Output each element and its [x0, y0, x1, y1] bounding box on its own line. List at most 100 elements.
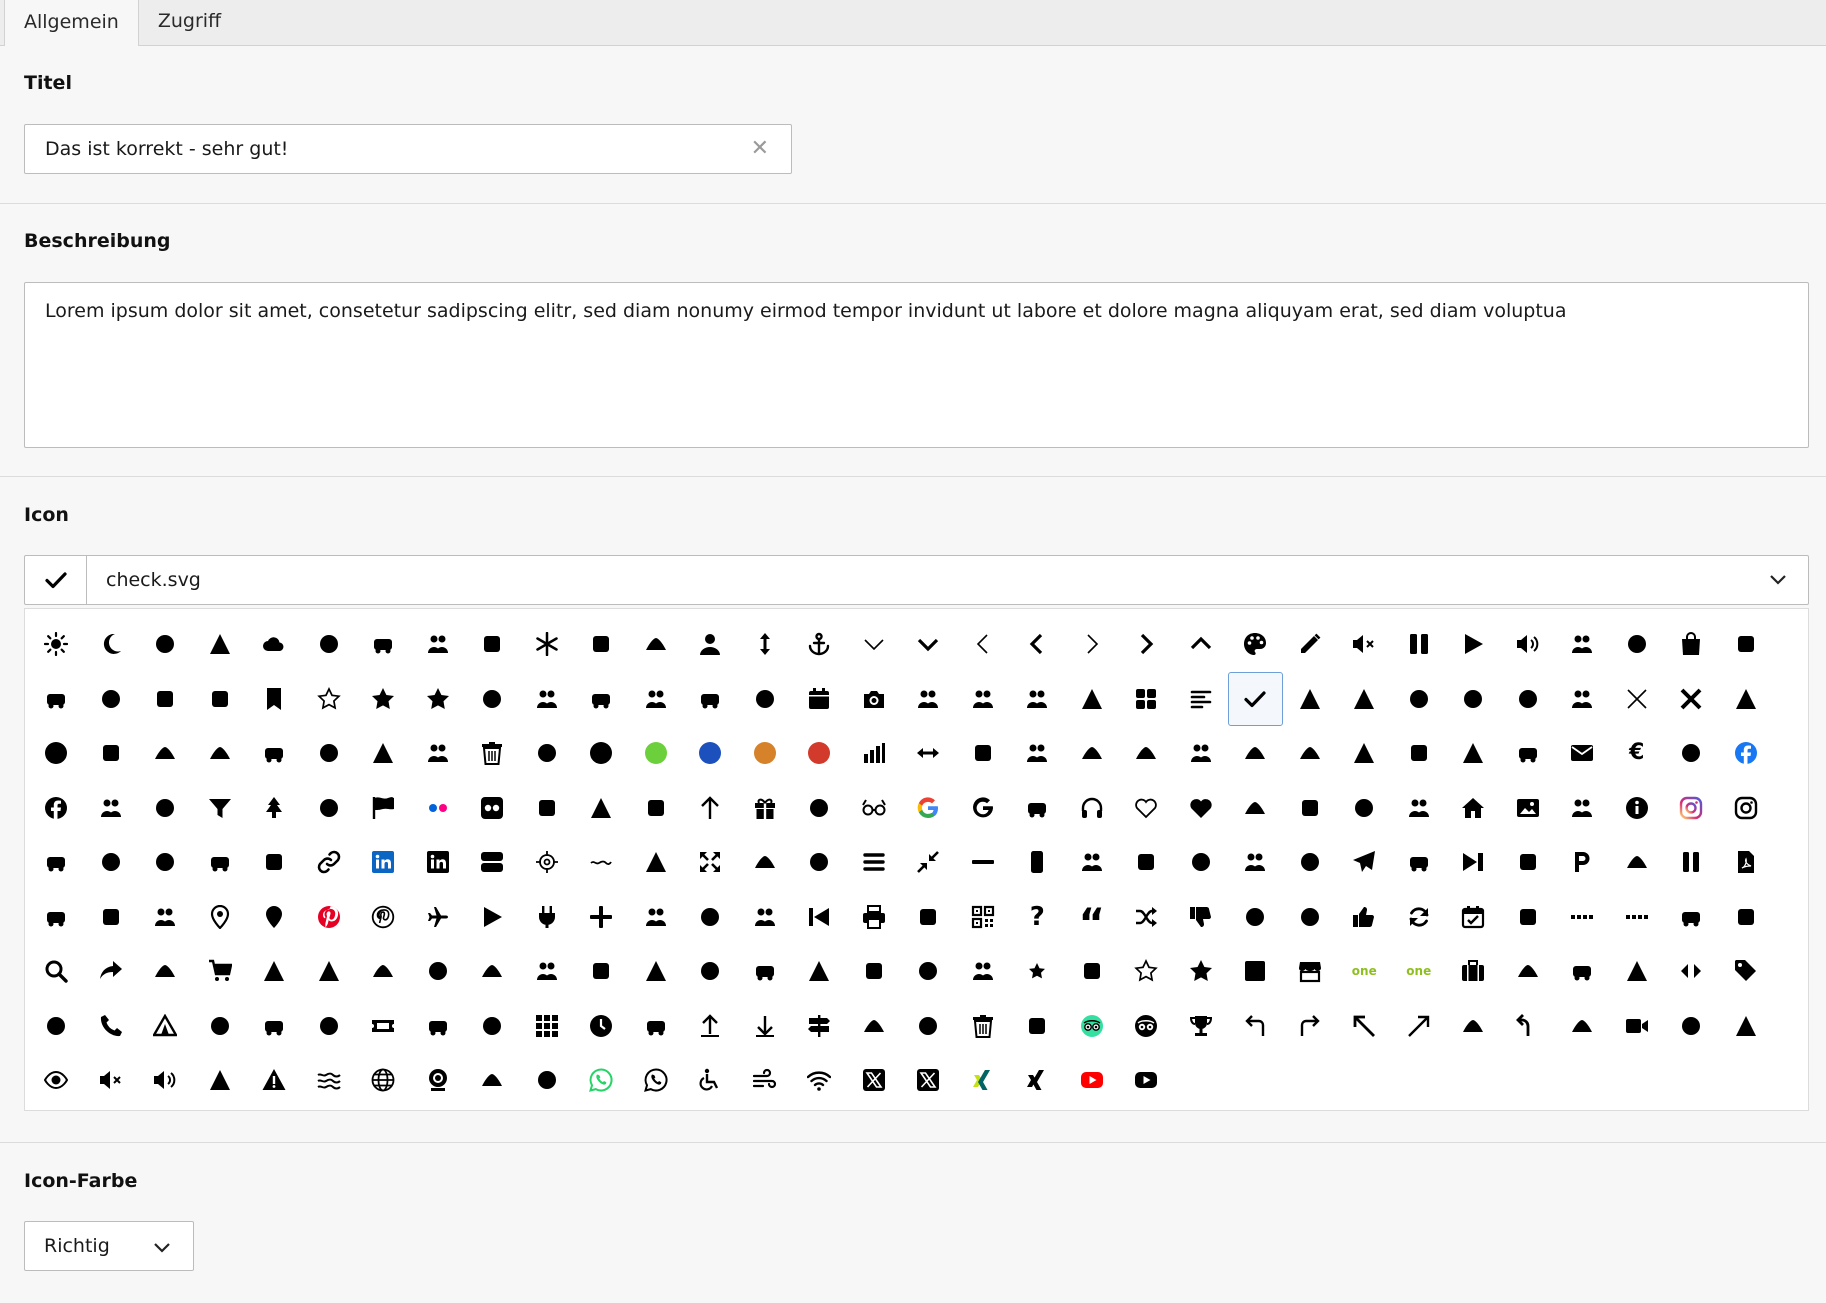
clock-icon[interactable]: [574, 999, 629, 1054]
cheese-icon[interactable]: [1337, 672, 1392, 727]
angle-up-icon[interactable]: [1174, 617, 1229, 672]
shopping-cart-icon[interactable]: [193, 944, 248, 999]
euro-icon[interactable]: €: [1610, 726, 1665, 781]
wine-bottle-icon[interactable]: [465, 672, 520, 727]
tiktok-icon[interactable]: [465, 999, 520, 1054]
x-twitter-alt-icon[interactable]: [901, 1053, 956, 1108]
linkedin-icon[interactable]: [411, 835, 466, 890]
link-icon[interactable]: [302, 835, 357, 890]
playground-icon[interactable]: [1664, 890, 1719, 945]
square-solid-icon[interactable]: [1228, 944, 1283, 999]
file-pdf-icon[interactable]: [1719, 835, 1774, 890]
cable-car-icon[interactable]: [901, 999, 956, 1054]
one-green-alt-icon[interactable]: one: [1392, 944, 1447, 999]
mountain-snow-icon[interactable]: [629, 944, 684, 999]
tripadvisor-green-icon[interactable]: [1065, 999, 1120, 1054]
turn-left-icon[interactable]: [1228, 999, 1283, 1054]
info-icon[interactable]: [1610, 781, 1665, 836]
youtube-red-icon[interactable]: [1065, 1053, 1120, 1108]
description-textarea[interactable]: Lorem ipsum dolor sit amet, consetetur s…: [24, 282, 1809, 448]
circle-black-icon[interactable]: [574, 726, 629, 781]
picasa-icon[interactable]: [84, 890, 139, 945]
cloud-sun-icon[interactable]: [138, 617, 193, 672]
microphone-slash-icon[interactable]: [1174, 835, 1229, 890]
bullhorn-icon[interactable]: [629, 672, 684, 727]
globe-icon[interactable]: [356, 1053, 411, 1108]
youtube-icon[interactable]: [1119, 1053, 1174, 1108]
grid-icon[interactable]: [520, 999, 575, 1054]
users-icon[interactable]: [1228, 835, 1283, 890]
tripadvisor-icon[interactable]: [1119, 999, 1174, 1054]
beach-umbrella-icon[interactable]: [1555, 999, 1610, 1054]
tab-allgemein[interactable]: Allgemein: [4, 0, 139, 46]
arrow-up-line-icon[interactable]: [683, 999, 738, 1054]
flickr-icon[interactable]: [411, 781, 466, 836]
recycle-icon[interactable]: [1501, 890, 1556, 945]
compress-icon[interactable]: [901, 835, 956, 890]
stethoscope-icon[interactable]: [956, 726, 1011, 781]
volume-up-icon[interactable]: [138, 1053, 193, 1108]
tree-round-icon[interactable]: [1010, 999, 1065, 1054]
hotel-icon[interactable]: [1337, 781, 1392, 836]
xing-green-icon[interactable]: [956, 1053, 1011, 1108]
square-bars-icon[interactable]: [465, 835, 520, 890]
calendar-icon[interactable]: [792, 672, 847, 727]
play-bold-icon[interactable]: [465, 890, 520, 945]
instagram-icon[interactable]: [1719, 781, 1774, 836]
chevron-down-icon[interactable]: [1748, 574, 1808, 586]
spa-icon[interactable]: [901, 944, 956, 999]
pool-icon[interactable]: [738, 890, 793, 945]
walking-group-icon[interactable]: [1719, 999, 1774, 1054]
sun-small-icon[interactable]: [1501, 944, 1556, 999]
map-icon[interactable]: [138, 781, 193, 836]
cloud-sun-bolt-icon[interactable]: [302, 999, 357, 1054]
plus-icon[interactable]: [574, 890, 629, 945]
mug-icon[interactable]: [1119, 835, 1174, 890]
sync-icon[interactable]: [1392, 890, 1447, 945]
podcast-circle-icon[interactable]: [29, 835, 84, 890]
bars-icon[interactable]: [847, 835, 902, 890]
image-icon[interactable]: [1501, 781, 1556, 836]
circle-green-icon[interactable]: [629, 726, 684, 781]
swimming-icon[interactable]: [1610, 944, 1665, 999]
info-small-icon[interactable]: [520, 1053, 575, 1108]
desktop-icon[interactable]: [520, 726, 575, 781]
filter-icon[interactable]: [193, 781, 248, 836]
cloud-icon[interactable]: [247, 617, 302, 672]
campfire-icon[interactable]: [574, 672, 629, 727]
compass-icon[interactable]: [193, 726, 248, 781]
pinterest-icon[interactable]: [356, 890, 411, 945]
bed-icon[interactable]: [193, 672, 248, 727]
child-icon[interactable]: [1446, 672, 1501, 727]
facebook-icon[interactable]: [29, 781, 84, 836]
wifi-icon[interactable]: [792, 1053, 847, 1108]
toggle-knob-icon[interactable]: [629, 781, 684, 836]
bus-icon[interactable]: [738, 672, 793, 727]
door-icon[interactable]: [1174, 726, 1229, 781]
squares-icon[interactable]: [956, 944, 1011, 999]
question-icon[interactable]: ?: [1010, 890, 1065, 945]
home-icon[interactable]: [1446, 781, 1501, 836]
chart-bar-icon[interactable]: [847, 726, 902, 781]
cloud-rain-icon[interactable]: [411, 617, 466, 672]
tools-icon[interactable]: [629, 999, 684, 1054]
flickr-square-icon[interactable]: [465, 781, 520, 836]
kid-icon[interactable]: [792, 835, 847, 890]
undo-icon[interactable]: [1501, 999, 1556, 1054]
swimmer-icon[interactable]: [956, 672, 1011, 727]
water-wave-icon[interactable]: [574, 835, 629, 890]
warning-icon[interactable]: [247, 1053, 302, 1108]
battery-icon[interactable]: [138, 672, 193, 727]
user-icon[interactable]: [683, 617, 738, 672]
envelope-open-text-icon[interactable]: [1446, 726, 1501, 781]
skiing-icon[interactable]: [302, 944, 357, 999]
tiktok-circle-icon[interactable]: [411, 999, 466, 1054]
fish-icon[interactable]: [302, 781, 357, 836]
align-left-icon[interactable]: [1174, 672, 1229, 727]
envelope-open-icon[interactable]: [1501, 726, 1556, 781]
store-icon[interactable]: [1283, 944, 1338, 999]
bookmark-icon[interactable]: [247, 672, 302, 727]
linkedin-blue-icon[interactable]: [356, 835, 411, 890]
crosshairs-icon[interactable]: [520, 835, 575, 890]
taxi-icon[interactable]: [29, 999, 84, 1054]
